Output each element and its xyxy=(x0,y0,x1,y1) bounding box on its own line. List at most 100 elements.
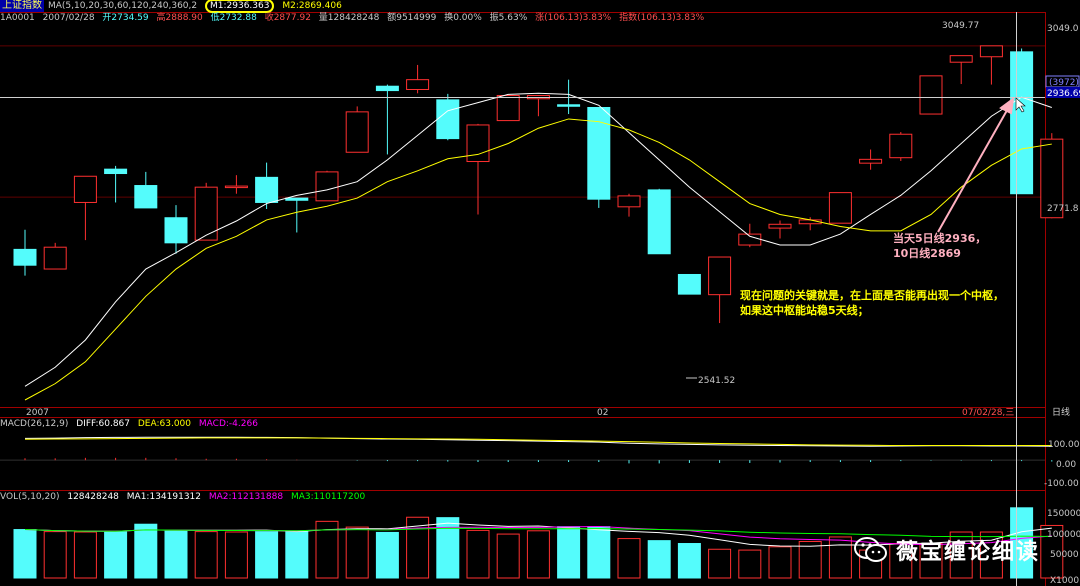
vol-tick: 50000 xyxy=(1050,550,1079,560)
candle-body xyxy=(285,197,309,201)
close-price: 收2877.92 xyxy=(264,13,311,23)
candle-body xyxy=(73,175,97,203)
price-grid xyxy=(0,45,1045,198)
volume-bar xyxy=(285,531,309,579)
ma-m2: M2:2869.406 xyxy=(282,1,342,11)
candle-body xyxy=(315,171,339,202)
change: 涨(106.13)3.83% xyxy=(535,13,612,23)
macd-tick: -100.00 xyxy=(1044,479,1079,489)
period-label: 日线 xyxy=(1052,406,1070,418)
volume-bar xyxy=(587,526,611,579)
high-price: 高2888.90 xyxy=(156,13,203,23)
analysis-note-line1: 现在问题的关键就是，在上面是否能再出现一个中枢， xyxy=(740,289,1004,302)
vol-label: VOL(5,10,20) xyxy=(0,492,60,502)
candle-body xyxy=(889,133,913,159)
macd-tick: 0.00 xyxy=(1056,460,1076,470)
quote-header: 1A0001 2007/02/28 开2734.59 高2888.90 低273… xyxy=(0,13,709,24)
candle-body xyxy=(134,185,158,209)
annotation-arrow xyxy=(937,96,1015,233)
ma-annotation-line1: 当天5日线2936， xyxy=(893,232,987,245)
vol-header: VOL(5,10,20) 128428248 MA1:134191312 MA2… xyxy=(0,492,370,503)
price-label-box-text: (3972) xyxy=(1049,78,1079,88)
volume-bar xyxy=(164,530,188,579)
crosshair-price-text: 2936.69 xyxy=(1047,89,1080,99)
candle-body xyxy=(255,176,279,203)
vol-ma3: MA3:110117200 xyxy=(290,492,366,502)
vol-tick: 150000 xyxy=(1047,509,1080,519)
volume-bar xyxy=(466,529,490,579)
candle-body xyxy=(436,99,460,140)
price-tick: 3049.0 xyxy=(1047,24,1079,34)
vol-unit: X1000 xyxy=(1050,576,1079,586)
volume-bar xyxy=(526,530,550,579)
volume-bar xyxy=(828,536,852,579)
candle-body xyxy=(345,111,369,153)
macd-dea: DEA:63.000 xyxy=(137,419,192,429)
amount: 额9514999 xyxy=(387,13,437,23)
candle-body xyxy=(768,223,792,229)
index-title: 上证指数 xyxy=(0,0,44,12)
low-label: 2541.52 xyxy=(698,376,735,386)
volume-bar xyxy=(557,526,581,579)
analysis-note-line2: 如果这中枢能站稳5天线； xyxy=(740,304,869,317)
x-label-mid: 02 xyxy=(597,408,608,418)
x-label-cursor: 07/02/28,三 xyxy=(962,408,1014,418)
volume-bar xyxy=(224,531,248,579)
volume-bar xyxy=(73,531,97,579)
volume-bar xyxy=(255,531,279,579)
candle-body xyxy=(708,256,732,296)
candle-body xyxy=(13,248,37,266)
price-tick: 2771.8 xyxy=(1047,204,1079,214)
vol-value: 128428248 xyxy=(67,492,119,502)
volume-bar xyxy=(798,540,822,579)
volume-bar xyxy=(43,531,67,579)
volume-bar xyxy=(768,546,792,579)
candle-body xyxy=(677,273,701,295)
volume-bar xyxy=(738,549,762,579)
macd-tick: 100.00 xyxy=(1048,440,1080,450)
candles xyxy=(13,45,1064,324)
volume-bar xyxy=(104,531,128,579)
wechat-icon xyxy=(854,537,887,562)
volume-bar xyxy=(375,531,399,579)
vol-ma1: MA1:134191312 xyxy=(126,492,201,502)
open-price: 开2734.59 xyxy=(102,13,149,23)
ma-annotation: 当天5日线2936， 10日线2869 xyxy=(893,231,986,261)
volume: 量128428248 xyxy=(318,13,380,23)
volume-bar xyxy=(13,529,37,579)
candle-body xyxy=(828,192,852,224)
volume-bar xyxy=(345,526,369,579)
candle-body xyxy=(1010,51,1034,195)
low-price: 低2732.88 xyxy=(210,13,257,23)
volume-bar xyxy=(708,548,732,579)
candle-body xyxy=(496,94,520,122)
symbol: 1A0001 xyxy=(0,13,35,23)
candle-body xyxy=(164,217,188,244)
volume-bar xyxy=(134,523,158,579)
candle-body xyxy=(859,158,883,164)
volume-bar xyxy=(194,531,218,579)
candle-body xyxy=(617,195,641,208)
ma-label: MA(5,10,20,30,60,120,240,360,2 xyxy=(48,1,198,11)
macd-panel xyxy=(0,436,1053,464)
candle-body xyxy=(557,104,581,107)
high-label: 3049.77 xyxy=(942,21,979,31)
volume-bar xyxy=(677,543,701,579)
vol-tick: 100000 xyxy=(1047,530,1080,540)
turnover: 换0.00% xyxy=(444,13,482,23)
index-change: 指数(106.13)3.83% xyxy=(619,13,705,23)
watermark-text: 薇宝缠论细读 xyxy=(895,540,1040,565)
vol-ma2: MA2:112131888 xyxy=(208,492,284,502)
amplitude: 振5.63% xyxy=(489,13,528,23)
ma-m1: M1:2936.363 xyxy=(205,0,275,13)
x-label-start: 2007 xyxy=(26,408,49,418)
candle-body xyxy=(949,55,973,63)
candle-body xyxy=(919,75,943,115)
ma-annotation-line2: 10日线2869 xyxy=(893,247,961,260)
candle-body xyxy=(406,79,430,90)
macd-diff: DIFF:60.867 xyxy=(76,419,130,429)
macd-header: MACD(26,12,9) DIFF:60.867 DEA:63.000 MAC… xyxy=(0,419,263,430)
macd-label: MACD(26,12,9) xyxy=(0,419,69,429)
candle-body xyxy=(104,168,128,175)
date: 2007/02/28 xyxy=(42,13,95,23)
